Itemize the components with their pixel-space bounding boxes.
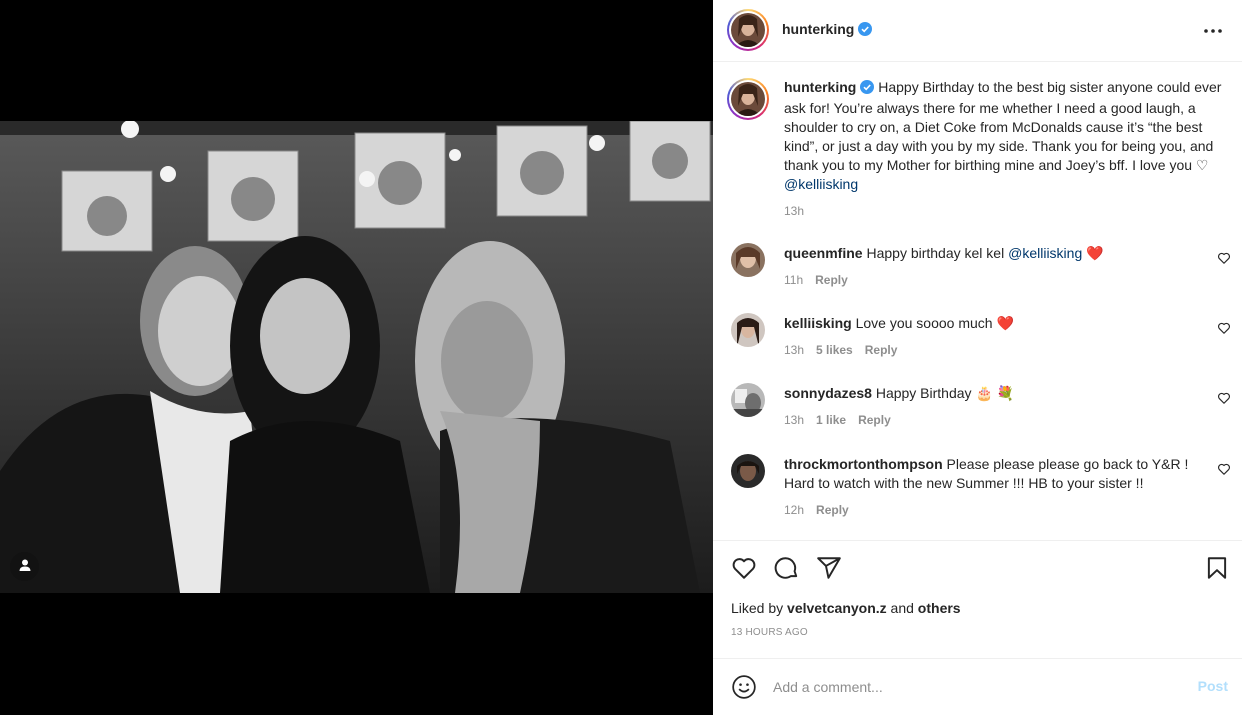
share-icon bbox=[816, 557, 842, 584]
post-side-panel: hunterking hunterking Happy Birthday to … bbox=[713, 0, 1242, 715]
photo-illustration bbox=[0, 121, 713, 593]
verified-badge-icon bbox=[860, 80, 875, 99]
liked-by-line: Liked by velvetcanyon.z and others bbox=[731, 600, 961, 616]
heart-icon bbox=[731, 558, 757, 584]
post-media-panel bbox=[0, 0, 713, 715]
post-photo[interactable] bbox=[0, 121, 713, 593]
cake-bouquet-emoji: 🎂 💐 bbox=[975, 385, 1015, 401]
commenter-username[interactable]: throckmortonthompson bbox=[784, 456, 943, 472]
emoji-button[interactable] bbox=[731, 674, 757, 700]
comment-text: Happy birthday kel kel bbox=[866, 245, 1005, 261]
comment-like-button[interactable] bbox=[1217, 251, 1231, 265]
commenter-username[interactable]: queenmfine bbox=[784, 245, 863, 261]
liked-by-others-link[interactable]: others bbox=[918, 600, 961, 616]
liked-by-and: and bbox=[890, 600, 914, 616]
caption-text-block: hunterking Happy Birthday to the best bi… bbox=[784, 78, 1224, 194]
comment-text: Happy Birthday bbox=[875, 385, 972, 401]
comment-button[interactable] bbox=[774, 555, 800, 581]
caption-timestamp[interactable]: 13h bbox=[784, 204, 804, 218]
comment-timestamp[interactable]: 13h bbox=[784, 343, 804, 357]
more-options-icon bbox=[1202, 29, 1224, 45]
comment-item: sonnydazes8 Happy Birthday 🎂 💐 13h 1 like… bbox=[731, 383, 1231, 433]
heart-icon bbox=[1217, 463, 1231, 479]
commenter-avatar[interactable] bbox=[731, 313, 765, 347]
caption-username[interactable]: hunterking bbox=[784, 79, 856, 95]
reply-button[interactable]: Reply bbox=[865, 343, 898, 357]
commenter-avatar[interactable] bbox=[731, 454, 765, 488]
comment-timestamp[interactable]: 12h bbox=[784, 503, 804, 517]
red-heart-emoji: ❤️ bbox=[1086, 245, 1104, 261]
share-button[interactable] bbox=[816, 555, 842, 581]
verified-badge-icon bbox=[858, 22, 873, 39]
comment-item: kelliisking Love you soooo much ❤️ 13h 5 … bbox=[731, 313, 1231, 363]
save-button[interactable] bbox=[1204, 555, 1230, 581]
post-timestamp[interactable]: 13 HOURS AGO bbox=[731, 627, 808, 638]
comment-likes-count[interactable]: 1 like bbox=[816, 413, 846, 427]
reply-button[interactable]: Reply bbox=[816, 503, 849, 517]
commenter-avatar[interactable] bbox=[731, 383, 765, 417]
section-divider bbox=[713, 540, 1242, 541]
emoji-icon bbox=[731, 675, 757, 703]
comment-mention-link[interactable]: @kelliisking bbox=[1008, 245, 1082, 261]
comment-item: queenmfine Happy birthday kel kel @kelli… bbox=[731, 243, 1231, 293]
liked-by-prefix: Liked by bbox=[731, 600, 784, 616]
comment-timestamp[interactable]: 13h bbox=[784, 413, 804, 427]
commenter-username[interactable]: sonnydazes8 bbox=[784, 385, 872, 401]
heart-icon bbox=[1217, 322, 1231, 338]
author-username[interactable]: hunterking bbox=[782, 21, 854, 37]
post-comment-button[interactable]: Post bbox=[1198, 678, 1228, 694]
user-tag-button[interactable] bbox=[10, 552, 39, 581]
caption-heart-icon: ♡ bbox=[1195, 157, 1209, 173]
more-options-button[interactable] bbox=[1202, 20, 1224, 42]
add-comment-bar: Post bbox=[713, 658, 1242, 715]
liked-by-user-link[interactable]: velvetcanyon.z bbox=[787, 600, 887, 616]
caption-mention-link[interactable]: @kelliisking bbox=[784, 176, 858, 192]
like-button[interactable] bbox=[731, 555, 757, 581]
comment-item: throckmortonthompson Please please pleas… bbox=[731, 454, 1231, 524]
comment-like-button[interactable] bbox=[1217, 391, 1231, 405]
post-header: hunterking bbox=[713, 0, 1242, 62]
comment-timestamp[interactable]: 11h bbox=[784, 273, 803, 287]
heart-icon bbox=[1217, 392, 1231, 408]
caption-author-avatar[interactable] bbox=[727, 78, 769, 120]
commenter-avatar[interactable] bbox=[731, 243, 765, 277]
comment-like-button[interactable] bbox=[1217, 462, 1231, 476]
comment-like-button[interactable] bbox=[1217, 321, 1231, 335]
reply-button[interactable]: Reply bbox=[858, 413, 891, 427]
comment-icon bbox=[774, 557, 800, 584]
comment-text: Love you soooo much bbox=[855, 315, 993, 331]
author-avatar[interactable] bbox=[727, 9, 769, 51]
reply-button[interactable]: Reply bbox=[815, 273, 848, 287]
comment-input[interactable] bbox=[773, 676, 1173, 698]
user-tag-icon bbox=[18, 558, 32, 575]
heart-icon bbox=[1217, 252, 1231, 268]
commenter-username[interactable]: kelliisking bbox=[784, 315, 852, 331]
bookmark-icon bbox=[1204, 557, 1230, 584]
comment-likes-count[interactable]: 5 likes bbox=[816, 343, 853, 357]
red-heart-emoji: ❤️ bbox=[996, 315, 1014, 331]
